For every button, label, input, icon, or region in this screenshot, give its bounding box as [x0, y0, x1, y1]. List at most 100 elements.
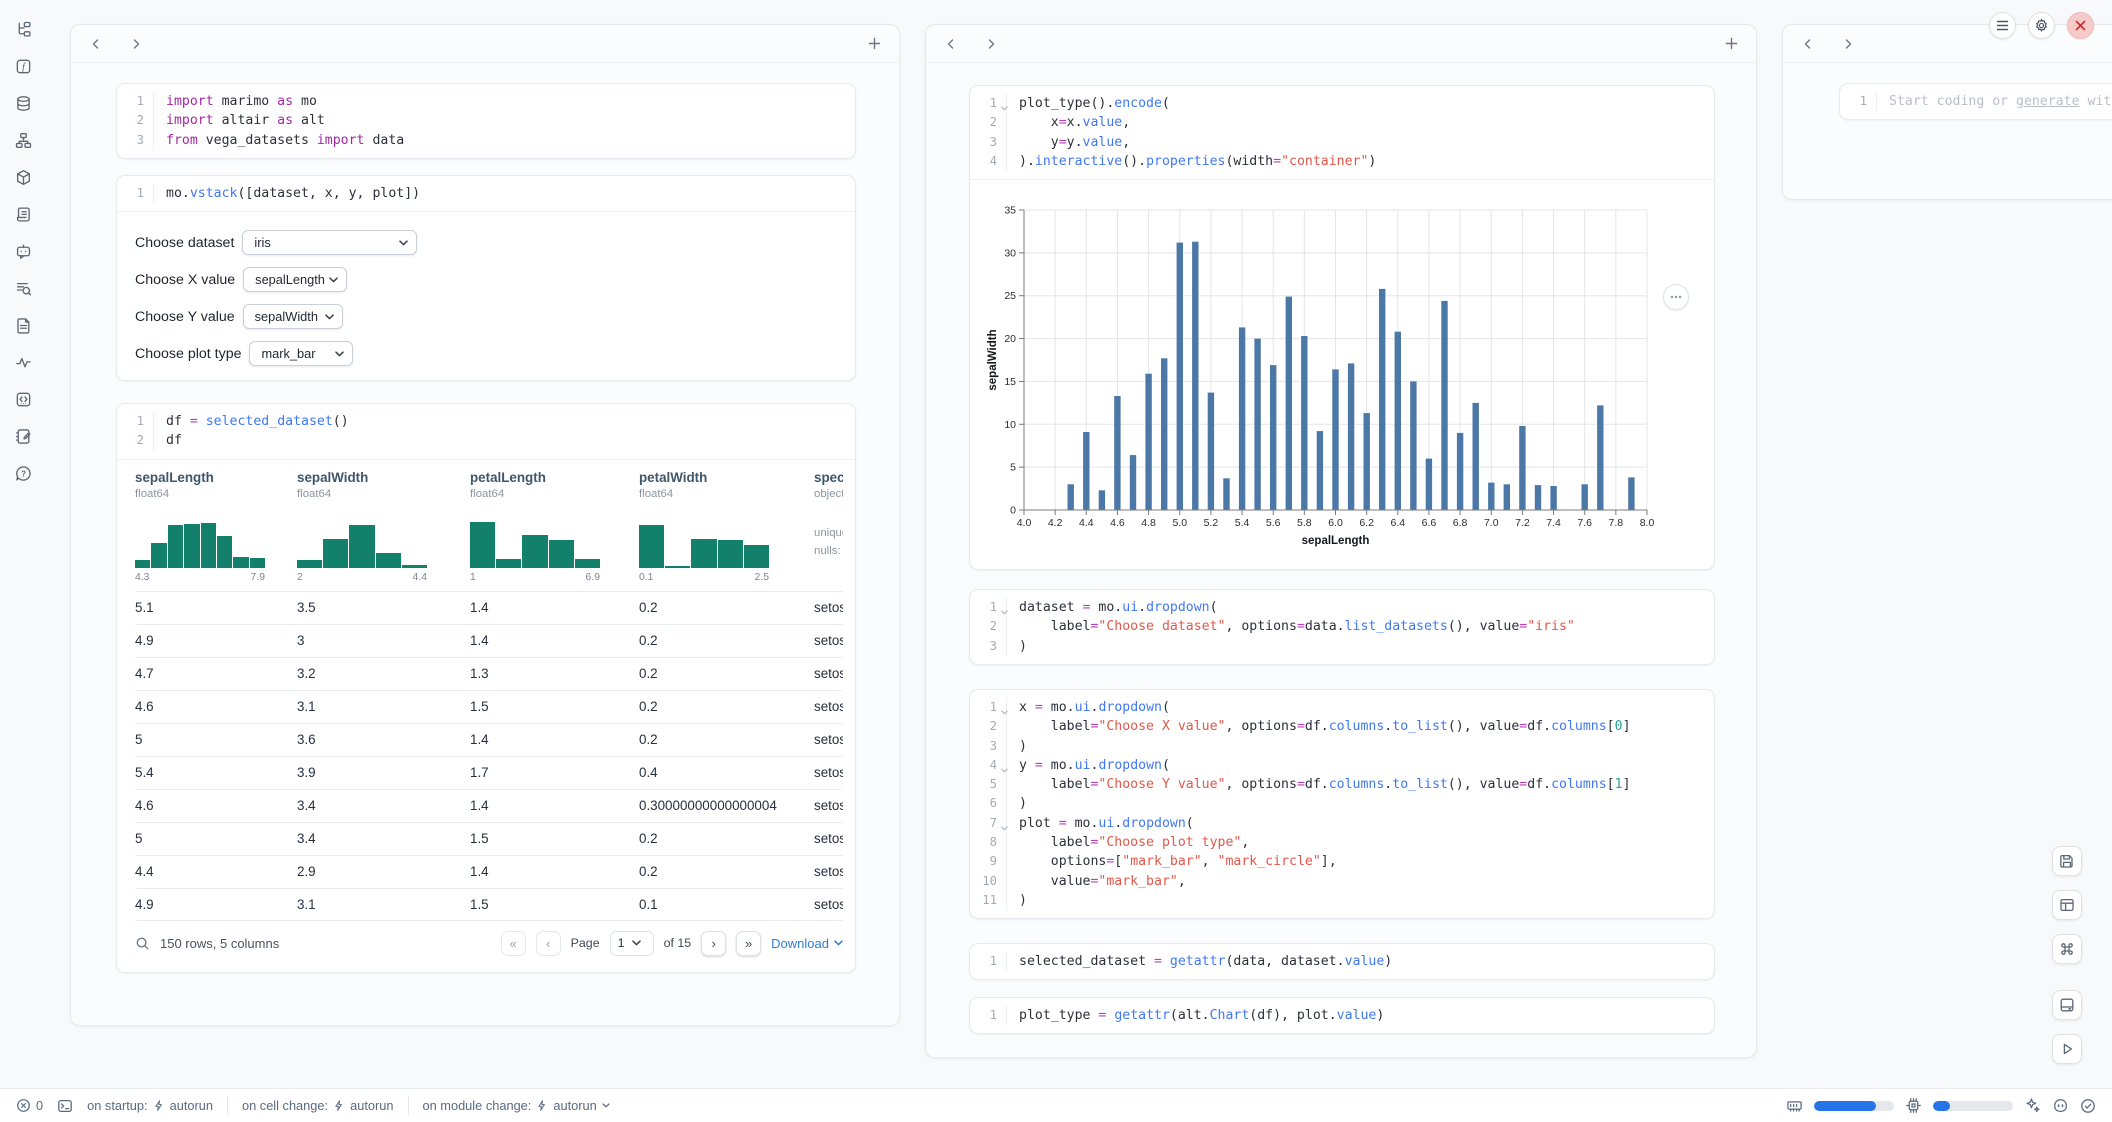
code-line[interactable]: 3)	[970, 637, 1714, 656]
connection-status-button[interactable]	[2080, 1098, 2096, 1114]
cell-widget-dropdowns[interactable]: 1x = mo.ui.dropdown(2 label="Choose X va…	[969, 689, 1715, 919]
ai-chat-icon[interactable]	[8, 236, 38, 266]
ram-usage-meter[interactable]	[1814, 1101, 1894, 1111]
code-line[interactable]: 4).interactive().properties(width="conta…	[970, 152, 1714, 171]
column-scroll-right-button[interactable]	[123, 31, 149, 57]
code-editor[interactable]: 1plot_type().encode(2 x=x.value,3 y=y.va…	[970, 86, 1714, 179]
code-line[interactable]: 1df = selected_dataset()	[117, 412, 855, 431]
code-editor[interactable]: 1plot_type = getattr(alt.Chart(df), plot…	[970, 998, 1714, 1033]
table-row[interactable]: 4.63.41.40.30000000000000004setosa	[135, 789, 843, 822]
table-column-header[interactable]: petalWidthfloat640.12.5	[639, 470, 814, 591]
code-line[interactable]: 2 label="Choose dataset", options=data.l…	[970, 617, 1714, 636]
cell-dataset-dropdown[interactable]: 1dataset = mo.ui.dropdown(2 label="Choos…	[969, 589, 1715, 665]
reference-docs-icon[interactable]	[8, 310, 38, 340]
code-editor[interactable]: 1x = mo.ui.dropdown(2 label="Choose X va…	[970, 690, 1714, 918]
table-row[interactable]: 4.931.40.2setosa	[135, 624, 843, 657]
column-scroll-left-button[interactable]	[1795, 31, 1821, 57]
memory-icon[interactable]	[1786, 1097, 1803, 1114]
settings-button[interactable]	[2028, 12, 2055, 39]
plot-type-select[interactable]: mark_bar	[249, 341, 353, 366]
table-column-header[interactable]: petalLengthfloat6416.9	[470, 470, 639, 591]
file-explorer-icon[interactable]	[8, 14, 38, 44]
bar-chart[interactable]: 4.04.24.44.64.85.05.25.45.65.86.06.26.46…	[984, 188, 1702, 554]
code-line[interactable]: 6)	[970, 794, 1714, 813]
cell-selected-dataset[interactable]: 1selected_dataset = getattr(data, datase…	[969, 943, 1715, 980]
terminal-button[interactable]	[57, 1098, 73, 1114]
code-line[interactable]: 7plot = mo.ui.dropdown(	[970, 814, 1714, 833]
dataset-select[interactable]: iris	[242, 230, 417, 255]
cell-empty[interactable]: 1 Start coding or generate with AI	[1839, 83, 2112, 120]
table-row[interactable]: 4.93.11.50.1setosa	[135, 888, 843, 921]
code-line[interactable]: 9 options=["mark_bar", "mark_circle"],	[970, 852, 1714, 871]
code-line[interactable]: 1import marimo as mo	[117, 92, 855, 111]
help-icon[interactable]: ?	[8, 458, 38, 488]
next-page-button[interactable]: ›	[701, 931, 726, 956]
scratchpad-icon[interactable]	[8, 421, 38, 451]
code-editor[interactable]: 1 Start coding or generate with AI	[1840, 84, 2112, 119]
copilot-button[interactable]	[2052, 1097, 2069, 1114]
cell-vstack[interactable]: 1mo.vstack([dataset, x, y, plot]) Choose…	[116, 175, 856, 381]
code-editor[interactable]: 1mo.vstack([dataset, x, y, plot])	[117, 176, 855, 211]
code-editor[interactable]: 1dataset = mo.ui.dropdown(2 label="Choos…	[970, 590, 1714, 664]
code-line[interactable]: 2df	[117, 431, 855, 450]
code-line[interactable]: 1plot_type = getattr(alt.Chart(df), plot…	[970, 1006, 1714, 1025]
code-line[interactable]: 3)	[970, 737, 1714, 756]
datasources-icon[interactable]	[8, 88, 38, 118]
add-column-button[interactable]	[1718, 31, 1744, 57]
code-line[interactable]: 1mo.vstack([dataset, x, y, plot])	[117, 184, 855, 203]
runtime-setting[interactable]: on cell change:autorun	[242, 1098, 394, 1113]
code-line[interactable]: 4y = mo.ui.dropdown(	[970, 756, 1714, 775]
code-line[interactable]: 1dataset = mo.ui.dropdown(	[970, 598, 1714, 617]
code-line[interactable]: 1 Start coding or generate with AI	[1840, 92, 2112, 111]
download-button[interactable]: Download	[771, 936, 843, 951]
cell-dataframe[interactable]: 1df = selected_dataset()2df sepalLengthf…	[116, 403, 856, 973]
chart-menu-button[interactable]	[1663, 284, 1689, 310]
code-line[interactable]: 1x = mo.ui.dropdown(	[970, 698, 1714, 717]
page-number-select[interactable]: 1	[610, 931, 654, 956]
dependency-graph-icon[interactable]	[8, 125, 38, 155]
x-value-select[interactable]: sepalLength	[243, 267, 347, 292]
code-line[interactable]: 3 y=y.value,	[970, 133, 1714, 152]
snippets-icon[interactable]	[8, 384, 38, 414]
runtime-setting[interactable]: on module change:autorun	[423, 1098, 610, 1113]
table-row[interactable]: 4.73.21.30.2setosa	[135, 657, 843, 690]
code-line[interactable]: 11)	[970, 891, 1714, 910]
functions-icon[interactable]: f	[8, 51, 38, 81]
code-line[interactable]: 2 label="Choose X value", options=df.col…	[970, 717, 1714, 736]
cell-plot[interactable]: 1plot_type().encode(2 x=x.value,3 y=y.va…	[969, 85, 1715, 570]
table-row[interactable]: 53.41.50.2setosa	[135, 822, 843, 855]
previous-page-button[interactable]: ‹	[536, 931, 561, 956]
app-view-button[interactable]	[2052, 890, 2082, 920]
y-value-select[interactable]: sepalWidth	[243, 304, 343, 329]
code-editor-placeholder[interactable]: Start coding or generate with AI	[1876, 92, 2112, 111]
documentation-scroll-icon[interactable]	[8, 199, 38, 229]
table-row[interactable]: 5.43.91.70.4setosa	[135, 756, 843, 789]
table-row[interactable]: 5.13.51.40.2setosa	[135, 591, 843, 624]
table-column-header[interactable]: sepalWidthfloat6424.4	[297, 470, 470, 591]
runtime-setting[interactable]: on startup:autorun	[87, 1098, 213, 1113]
column-scroll-left-button[interactable]	[938, 31, 964, 57]
cell-plot-type[interactable]: 1plot_type = getattr(alt.Chart(df), plot…	[969, 997, 1715, 1034]
close-panel-button[interactable]	[2067, 12, 2094, 39]
cell-imports[interactable]: 1import marimo as mo2import altair as al…	[116, 83, 856, 159]
save-button[interactable]	[2052, 846, 2082, 876]
packages-icon[interactable]	[8, 162, 38, 192]
table-row[interactable]: 4.42.91.40.2setosa	[135, 855, 843, 888]
panel-menu-button[interactable]	[1989, 12, 2016, 39]
add-column-button[interactable]	[861, 31, 887, 57]
column-scroll-right-button[interactable]	[978, 31, 1004, 57]
cpu-usage-meter[interactable]	[1933, 1101, 2013, 1111]
cpu-icon[interactable]	[1905, 1097, 1922, 1114]
code-editor[interactable]: 1selected_dataset = getattr(data, datase…	[970, 944, 1714, 979]
code-line[interactable]: 10 value="mark_bar",	[970, 872, 1714, 891]
code-line[interactable]: 2import altair as alt	[117, 111, 855, 130]
code-editor[interactable]: 1import marimo as mo2import altair as al…	[117, 84, 855, 158]
table-row[interactable]: 53.61.40.2setosa	[135, 723, 843, 756]
code-editor[interactable]: 1df = selected_dataset()2df	[117, 404, 855, 459]
keyboard-shortcuts-button[interactable]	[2052, 934, 2082, 964]
run-all-button[interactable]	[2052, 1034, 2082, 1064]
code-line[interactable]: 3from vega_datasets import data	[117, 131, 855, 150]
tracing-icon[interactable]	[8, 347, 38, 377]
code-line[interactable]: 8 label="Choose plot type",	[970, 833, 1714, 852]
code-line[interactable]: 1selected_dataset = getattr(data, datase…	[970, 952, 1714, 971]
